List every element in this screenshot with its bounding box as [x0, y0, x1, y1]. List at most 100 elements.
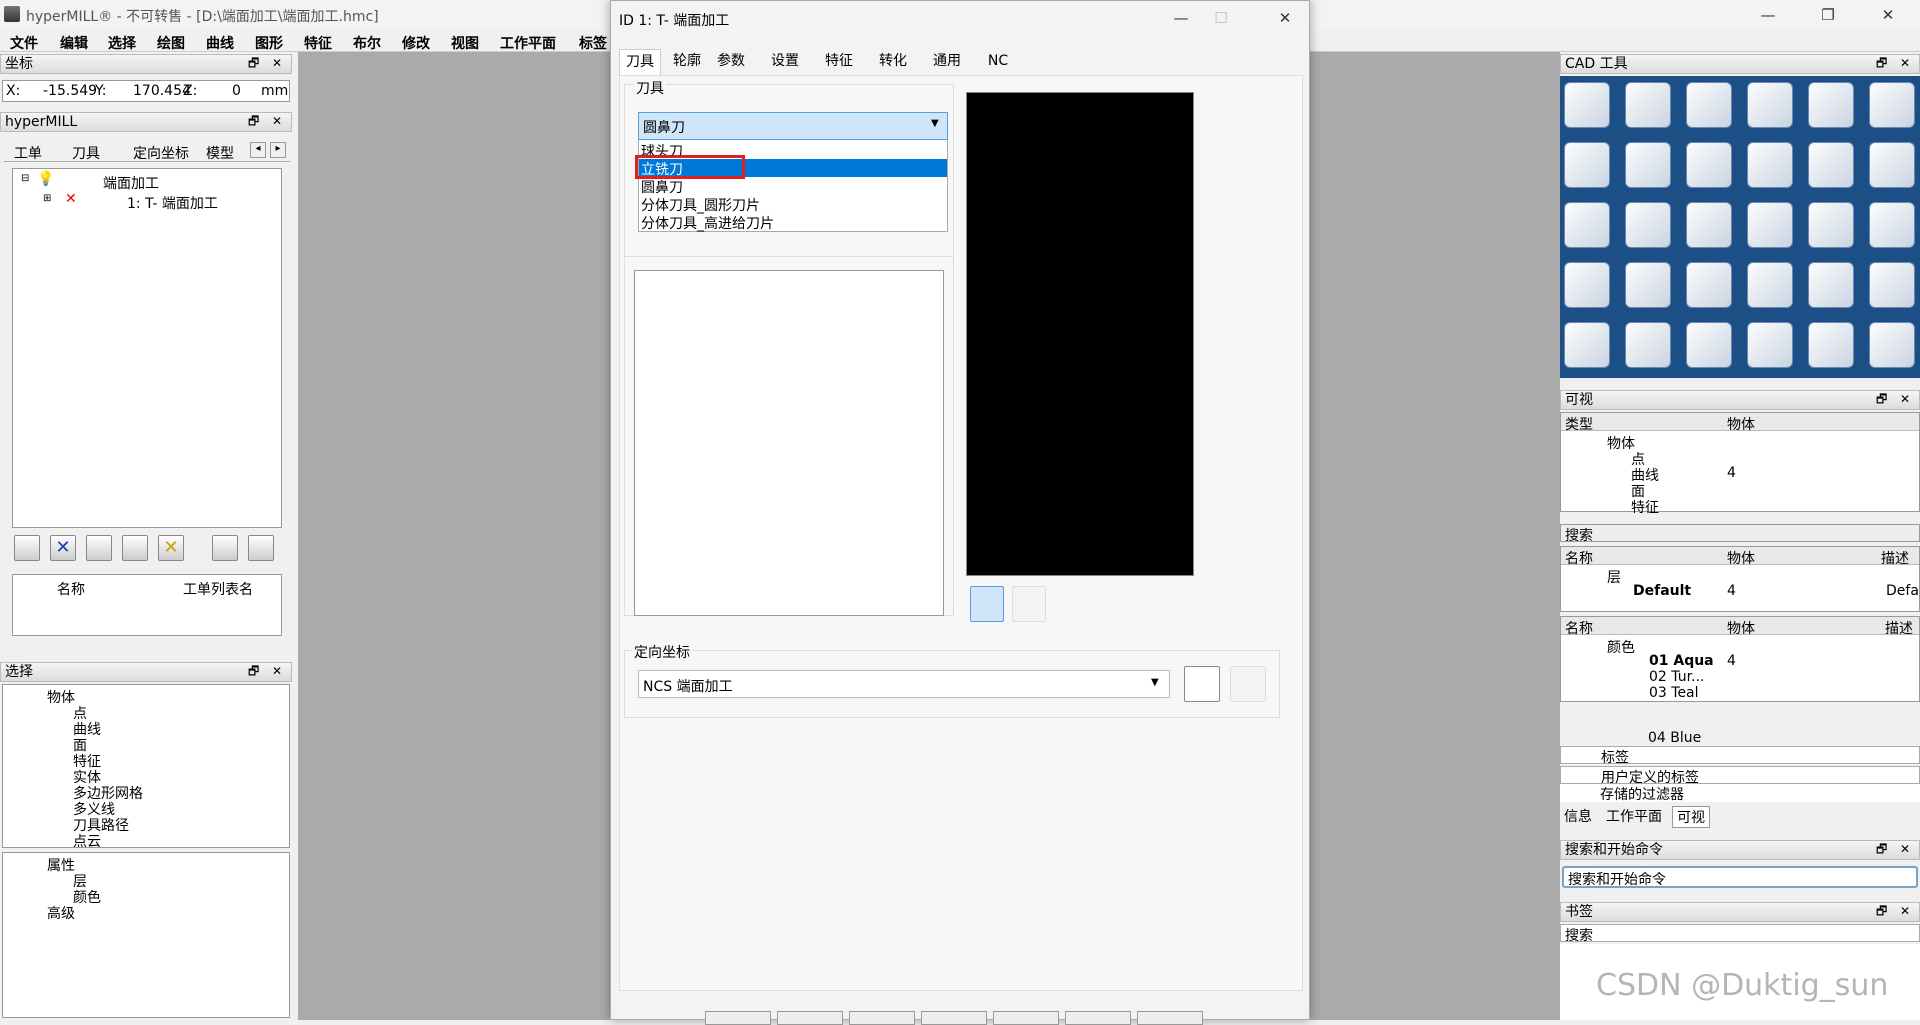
vis-search[interactable]: 搜索 — [1560, 524, 1920, 544]
attr-colors[interactable]: 颜色 — [73, 887, 101, 907]
cad-spline-icon[interactable] — [1686, 202, 1732, 248]
close-icon[interactable]: ✕ — [1868, 2, 1908, 28]
tab-scroll-right-icon[interactable]: ▸ — [270, 142, 286, 158]
option-insert-hfc[interactable]: 分体刀具_高进给刀片 — [639, 213, 947, 232]
menu-boolean[interactable]: 布尔 — [353, 33, 381, 53]
close-panel-icon[interactable]: ✕ — [1900, 390, 1910, 408]
cad-revolve-icon[interactable] — [1747, 262, 1793, 308]
tab-scroll-left-icon[interactable]: ◂ — [250, 142, 266, 158]
comment-icon[interactable] — [86, 535, 112, 561]
cad-shell-icon[interactable] — [1808, 322, 1854, 368]
tab-feature[interactable]: 特征 — [819, 49, 859, 75]
float-icon[interactable]: 🗗 — [1876, 54, 1887, 72]
layer-default[interactable]: Default — [1633, 583, 1691, 599]
menu-workplane[interactable]: 工作平面 — [500, 33, 556, 53]
tab-nc[interactable]: NC — [983, 49, 1013, 75]
tool-type-select[interactable]: 圆鼻刀 ▼ — [638, 112, 948, 140]
cad-surface-icon[interactable] — [1625, 142, 1671, 188]
float-icon[interactable]: 🗗 — [248, 54, 259, 72]
cad-rect-icon[interactable] — [1869, 142, 1915, 188]
cad-cylinder-icon[interactable] — [1686, 322, 1732, 368]
tags-row[interactable]: 标签 — [1560, 746, 1920, 766]
menu-file[interactable]: 文件 — [10, 33, 38, 53]
selection-tree[interactable]: 物体 点 曲线 面 特征 实体 多边形网格 多义线 刀具路径 点云 — [2, 684, 290, 850]
menu-draw[interactable]: 绘图 — [157, 33, 185, 53]
cad-corner-icon[interactable] — [1625, 322, 1671, 368]
joblist-icon[interactable] — [14, 535, 40, 561]
cad-circle-icon[interactable] — [1564, 202, 1610, 248]
menu-view[interactable]: 视图 — [451, 33, 479, 53]
frame-edit-icon[interactable] — [1230, 666, 1266, 702]
expand-icon[interactable]: ⊞ — [43, 193, 51, 204]
dialog-button-2[interactable] — [777, 1011, 843, 1025]
attr-properties[interactable]: 属性 — [47, 855, 75, 875]
cad-paint-icon[interactable] — [1686, 142, 1732, 188]
menu-feature[interactable]: 特征 — [304, 33, 332, 53]
cad-plane-icon[interactable] — [1564, 262, 1610, 308]
tree-job[interactable]: 1: T- 端面加工 — [127, 193, 218, 213]
attribute-tree[interactable]: 属性 层 颜色 高级 — [2, 852, 290, 1018]
close-panel-icon[interactable]: ✕ — [272, 662, 282, 680]
frame-select[interactable]: NCS 端面加工 ▼ — [638, 670, 1170, 698]
tab-frames[interactable]: 定向坐标 — [133, 143, 189, 163]
filters-row[interactable]: 存储的过滤器 — [1560, 784, 1920, 803]
cmd-search-input[interactable]: 搜索和开始命令 — [1562, 866, 1918, 888]
layer-root[interactable]: 层 — [1607, 567, 1621, 587]
close-panel-icon[interactable]: ✕ — [272, 54, 282, 72]
close-panel-icon[interactable]: ✕ — [272, 112, 282, 130]
close-panel-icon[interactable]: ✕ — [1900, 54, 1910, 72]
delete-icon[interactable]: ✕ — [50, 535, 76, 561]
dialog-button-6[interactable] — [1065, 1011, 1131, 1025]
cad-sweep-icon[interactable] — [1625, 262, 1671, 308]
cad-distance-icon[interactable] — [1625, 82, 1671, 128]
type-tree[interactable]: 类型 物体 物体 点 曲线 4 面 特征 — [1560, 412, 1920, 516]
close-panel-icon[interactable]: ✕ — [1900, 840, 1910, 858]
tab-tools[interactable]: 刀具 — [72, 143, 100, 163]
cad-loft-icon[interactable] — [1869, 202, 1915, 248]
layer-tree[interactable]: 名称 物体 描述 层 Default 4 Defa — [1560, 546, 1920, 612]
tree-joblist[interactable]: 端面加工 — [103, 173, 159, 193]
dialog-minimize-icon[interactable]: — — [1161, 5, 1201, 31]
holder-view-icon[interactable] — [1012, 586, 1046, 622]
vis-features[interactable]: 特征 — [1631, 497, 1659, 517]
job-tree[interactable]: ⊟ 💡 端面加工 ⊞ ✕ 1: T- 端面加工 — [12, 168, 282, 528]
menu-select[interactable]: 选择 — [108, 33, 136, 53]
tab-general[interactable]: 通用 — [927, 49, 967, 75]
cad-wireframe-icon[interactable] — [1808, 202, 1854, 248]
cad-cube-icon[interactable] — [1869, 322, 1915, 368]
tab-model[interactable]: 模型 — [206, 143, 234, 163]
cad-patch-icon[interactable] — [1808, 262, 1854, 308]
simulate-icon[interactable] — [212, 535, 238, 561]
tab-setup[interactable]: 设置 — [765, 49, 805, 75]
restore-icon[interactable]: ❐ — [1808, 2, 1848, 28]
tab-contour[interactable]: 轮廓 — [667, 49, 707, 75]
dialog-maximize-icon[interactable]: ☐ — [1201, 5, 1241, 31]
tab-workplane[interactable]: 工作平面 — [1606, 806, 1662, 826]
cad-analyze-icon[interactable] — [1686, 82, 1732, 128]
color-root[interactable]: 颜色 — [1607, 637, 1635, 657]
user-tags-row[interactable]: 用户定义的标签 — [1560, 766, 1920, 786]
cad-shape-icon[interactable] — [1747, 142, 1793, 188]
cad-dimension-icon[interactable] — [1564, 142, 1610, 188]
dialog-button-4[interactable] — [921, 1011, 987, 1025]
cad-line-icon[interactable] — [1747, 202, 1793, 248]
sel-objects[interactable]: 物体 — [47, 687, 75, 707]
cad-info-icon[interactable] — [1564, 82, 1610, 128]
dialog-close-icon[interactable]: ✕ — [1265, 5, 1305, 31]
cad-polyline-icon[interactable] — [1808, 142, 1854, 188]
dialog-button-5[interactable] — [993, 1011, 1059, 1025]
minimize-icon[interactable]: — — [1748, 2, 1788, 28]
option-insert-round[interactable]: 分体刀具_圆形刀片 — [639, 195, 947, 214]
float-icon[interactable]: 🗗 — [248, 662, 259, 680]
cad-curve-icon[interactable] — [1869, 82, 1915, 128]
menu-curve[interactable]: 曲线 — [206, 33, 234, 53]
tool-list[interactable] — [634, 270, 944, 616]
collapse-icon[interactable]: ⊟ — [21, 173, 29, 184]
tab-parameters[interactable]: 参数 — [711, 49, 751, 75]
cad-box-icon[interactable] — [1564, 322, 1610, 368]
float-icon[interactable]: 🗗 — [1876, 390, 1887, 408]
float-icon[interactable]: 🗗 — [1876, 840, 1887, 858]
menu-label[interactable]: 标签 — [579, 33, 607, 53]
option-torus[interactable]: 圆鼻刀 — [639, 177, 947, 196]
tool-view-icon[interactable] — [970, 586, 1004, 622]
